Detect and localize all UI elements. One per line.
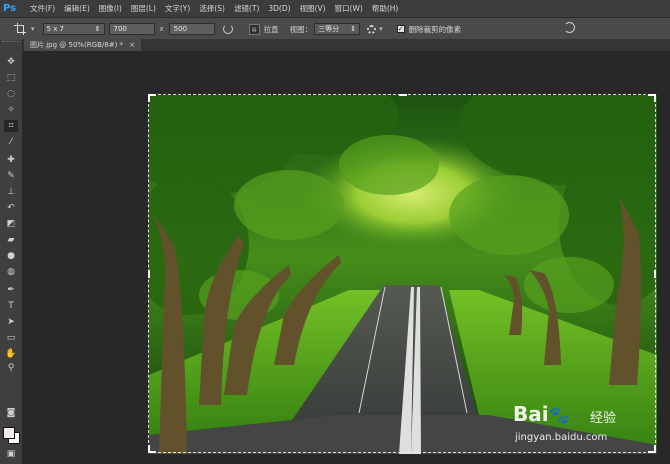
hand-icon[interactable]: ✋ <box>4 348 18 360</box>
blur-icon[interactable]: ● <box>4 250 18 262</box>
type-icon[interactable]: T <box>4 300 18 312</box>
panel-grip[interactable] <box>2 41 20 45</box>
reset-icon[interactable] <box>564 22 575 33</box>
swap-dimensions-icon[interactable] <box>222 24 233 34</box>
baidu-jingyan-url: jingyan.baidu.com <box>515 432 608 443</box>
document-image[interactable] <box>149 95 657 454</box>
menu-bar: Ps 文件(F) 编辑(E) 图像(I) 图层(L) 文字(Y) 选择(S) 滤… <box>0 0 670 17</box>
menu-select[interactable]: 选择(S) <box>199 3 225 14</box>
document-tab[interactable]: 图片.jpg @ 50%(RGB/8#) * × <box>24 39 142 51</box>
menu-layer[interactable]: 图层(L) <box>131 3 156 14</box>
options-bar: ▾ 5 x 7 ⇕ 700 x 500 ▤ 拉直 视图： 三等分 ⇕ ▾ ✓ 删… <box>0 17 670 41</box>
view-overlay-value: 三等分 <box>318 25 340 33</box>
menu-3d[interactable]: 3D(D) <box>268 4 290 13</box>
baidu-logo-text: Bai <box>513 402 549 426</box>
shape-icon[interactable]: ▭ <box>4 332 18 344</box>
screen-mode-icon[interactable]: ▣ <box>4 448 18 460</box>
baidu-logo: Bai🐾 <box>513 402 570 426</box>
chevron-down-icon[interactable]: ▾ <box>31 25 35 33</box>
view-overlay-dropdown[interactable]: 三等分 ⇕ <box>314 23 361 35</box>
delete-cropped-checkbox[interactable]: ✓ <box>396 25 405 33</box>
marquee-icon[interactable]: ⬚ <box>4 72 18 84</box>
crop-icon[interactable]: ⌗ <box>4 120 18 132</box>
chevron-updown-icon: ⇕ <box>350 25 357 33</box>
crop-tool-preset-icon[interactable] <box>14 22 28 36</box>
view-label: 视图： <box>289 24 313 34</box>
quick-select-icon[interactable]: ✧ <box>4 104 18 116</box>
tree-lined-road-photo <box>149 95 657 454</box>
close-icon[interactable]: × <box>129 41 135 49</box>
lasso-icon[interactable]: ◌ <box>4 88 18 100</box>
move-icon[interactable]: ✥ <box>4 56 18 68</box>
dimension-separator: x <box>159 25 164 33</box>
baidu-jingyan-text: 经验 <box>590 411 617 426</box>
foreground-color-swatch[interactable] <box>3 427 15 439</box>
menu-filter[interactable]: 滤镜(T) <box>234 3 259 14</box>
tools-panel: ✥⬚◌✧⌗⁄✚✎⊥↶◩▰●◍✒T➤▭✋⚲ ◙ ▪ ▣ <box>0 40 23 464</box>
crop-height-field[interactable]: 500 <box>168 23 215 35</box>
history-brush-icon[interactable]: ↶ <box>4 202 18 214</box>
menu-window[interactable]: 窗口(W) <box>335 3 363 14</box>
healing-brush-icon[interactable]: ✚ <box>4 154 18 166</box>
eraser-icon[interactable]: ◩ <box>4 218 18 230</box>
straighten-icon[interactable]: ▤ <box>248 23 260 35</box>
menu-image[interactable]: 图像(I) <box>99 3 122 14</box>
menu-file[interactable]: 文件(F) <box>30 3 55 14</box>
menu-edit[interactable]: 编辑(E) <box>64 3 90 14</box>
baidu-paw-icon: 🐾 <box>548 406 570 426</box>
zoom-icon[interactable]: ⚲ <box>4 362 18 374</box>
chevron-down-icon[interactable]: ▾ <box>379 25 383 33</box>
document-tab-title: 图片.jpg @ 50%(RGB/8#) * <box>30 41 124 49</box>
document-tab-bar: 图片.jpg @ 50%(RGB/8#) * × <box>22 39 670 51</box>
quick-mask-icon[interactable]: ◙ <box>4 407 18 419</box>
chevron-updown-icon: ⇕ <box>94 25 101 33</box>
crop-width-field[interactable]: 700 <box>108 23 155 35</box>
menu-type[interactable]: 文字(Y) <box>165 3 190 14</box>
dodge-icon[interactable]: ◍ <box>4 266 18 278</box>
pen-icon[interactable]: ✒ <box>4 284 18 296</box>
photoshop-logo: Ps <box>3 3 17 14</box>
clone-stamp-icon[interactable]: ⊥ <box>4 186 18 198</box>
menu-help[interactable]: 帮助(H) <box>372 3 399 14</box>
path-select-icon[interactable]: ➤ <box>4 316 18 328</box>
brush-icon[interactable]: ✎ <box>4 170 18 182</box>
crop-height-value: 500 <box>173 25 188 33</box>
ratio-preset-dropdown[interactable]: 5 x 7 ⇕ <box>42 23 105 35</box>
delete-cropped-label[interactable]: 删除裁剪的像素 <box>409 24 462 35</box>
straighten-label[interactable]: 拉直 <box>264 24 279 35</box>
ratio-preset-value: 5 x 7 <box>46 25 65 33</box>
gear-icon[interactable] <box>367 24 377 34</box>
crop-width-value: 700 <box>113 25 127 33</box>
menu-view[interactable]: 视图(V) <box>300 3 326 14</box>
paint-bucket-icon[interactable]: ▰ <box>4 234 18 246</box>
eyedropper-icon[interactable]: ⁄ <box>4 136 18 148</box>
